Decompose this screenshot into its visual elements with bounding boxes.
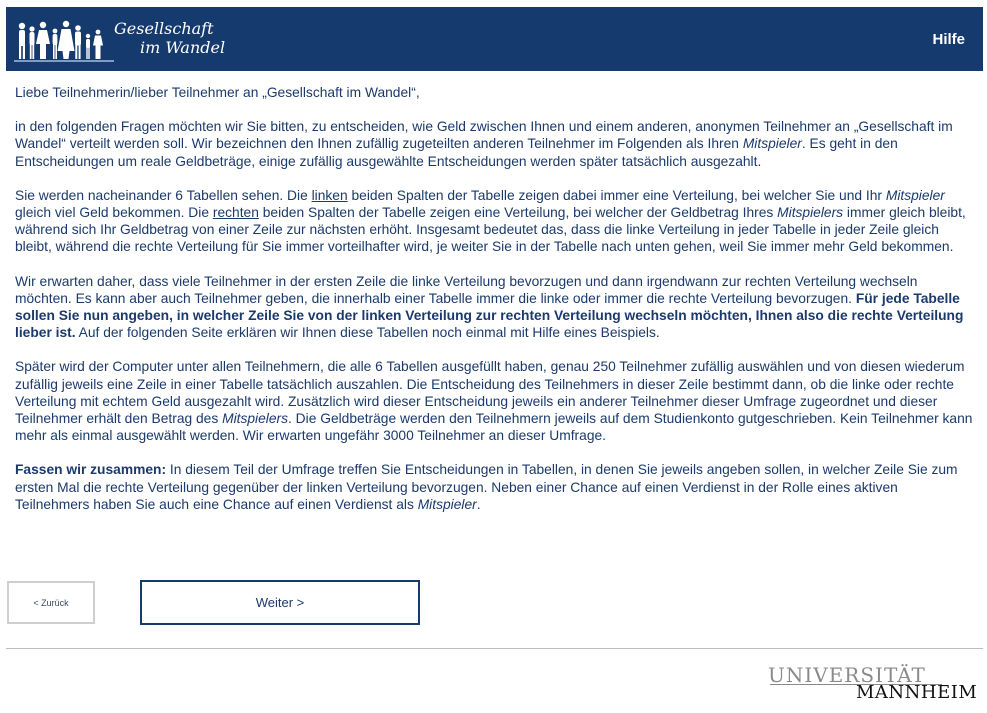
text-span: Sie werden nacheinander 6 Tabellen sehen… <box>15 187 312 203</box>
underlined-term: linken <box>311 187 348 203</box>
paragraph-summary: Fassen wir zusammen: In diesem Teil der … <box>15 461 975 513</box>
text-span: beiden Spalten der Tabelle zeigen eine V… <box>258 205 778 221</box>
paragraph-payout: Später wird der Computer unter allen Tei… <box>15 358 975 444</box>
paragraph-expectation: Wir erwarten daher, dass viele Teilnehme… <box>15 273 975 342</box>
underlined-term: rechten <box>212 205 259 221</box>
help-link[interactable]: Hilfe <box>932 31 965 48</box>
university-logo: UNIVERSITÄT MANNHEIM <box>768 663 977 703</box>
university-logo-line-2: MANNHEIM <box>856 682 978 703</box>
text-span: Wir erwarten daher, dass viele Teilnehme… <box>15 273 918 306</box>
logo-line-1: Gesellschaft <box>114 19 214 38</box>
survey-logo-text: Gesellschaft im Wandel <box>114 19 225 57</box>
italic-term: Mitspieler <box>742 136 802 152</box>
paragraph-intro: in den folgenden Fragen möchten wir Sie … <box>15 118 975 170</box>
instructions-text: Liebe Teilnehmerin/lieber Teilnehmer an … <box>15 84 975 530</box>
paragraph-tables: Sie werden nacheinander 6 Tabellen sehen… <box>15 187 975 256</box>
footer-divider <box>6 648 983 649</box>
logo-line-2: im Wandel <box>140 38 226 57</box>
next-button[interactable]: Weiter > <box>140 580 420 625</box>
text-span: beiden Spalten der Tabelle zeigen dabei … <box>347 187 886 203</box>
text-span: gleich viel Geld bekommen. Die <box>15 205 213 221</box>
text-span: Auf der folgenden Seite erklären wir Ihn… <box>75 325 660 341</box>
italic-term: Mitspielers <box>777 205 844 221</box>
italic-term: Mitspieler <box>885 187 945 203</box>
text-span: . <box>476 496 481 512</box>
bold-heading: Fassen wir zusammen: <box>15 462 167 478</box>
people-silhouettes-icon <box>14 20 114 62</box>
header-bar: Gesellschaft im Wandel Hilfe <box>6 7 983 71</box>
italic-term: Mitspielers <box>222 411 289 427</box>
italic-term: Mitspieler <box>417 496 477 512</box>
back-button[interactable]: < Zurück <box>7 581 95 624</box>
greeting: Liebe Teilnehmerin/lieber Teilnehmer an … <box>15 85 420 100</box>
